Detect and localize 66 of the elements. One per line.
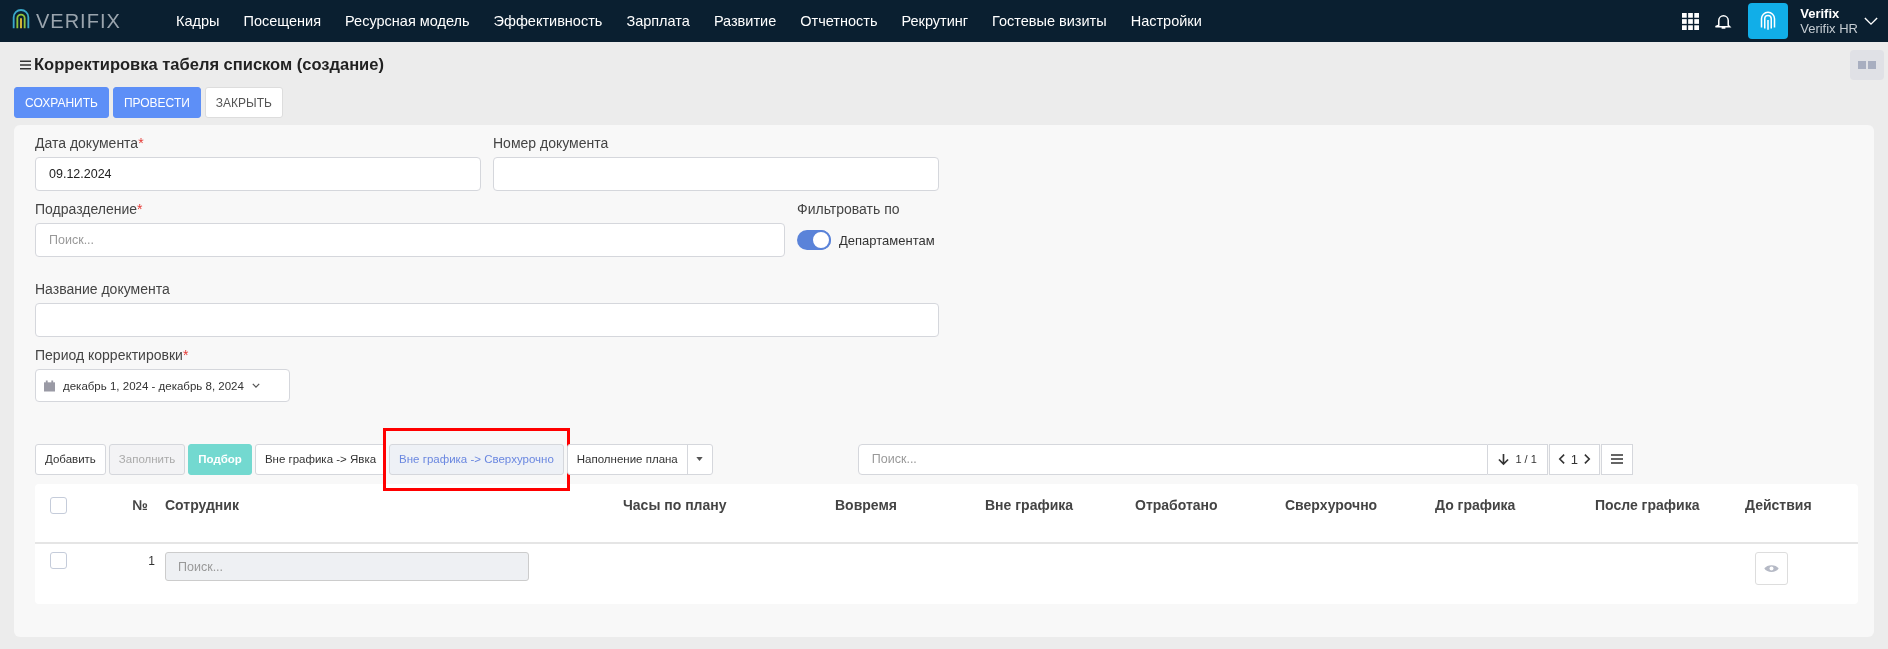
- row-checkbox[interactable]: [50, 552, 67, 569]
- division-field[interactable]: Поиск...: [35, 223, 785, 257]
- apps-grid-icon[interactable]: [1682, 12, 1700, 30]
- column-header: Сверхурочно: [1285, 497, 1379, 513]
- required-mark: *: [138, 135, 144, 151]
- column-header: Отработано: [1135, 497, 1219, 513]
- nav-menu-item[interactable]: Настройки: [1130, 13, 1202, 29]
- nav-menu-item[interactable]: Отчетность: [800, 13, 878, 29]
- required-mark: *: [137, 201, 143, 217]
- toggle-switch[interactable]: [797, 230, 831, 250]
- page-title: Корректировка табеля списком (создание): [34, 55, 384, 74]
- chevron-down-icon[interactable]: [1864, 16, 1878, 26]
- nav-menu-item[interactable]: Ресурсная модель: [345, 13, 470, 29]
- employee-field[interactable]: Поиск...: [165, 552, 529, 581]
- arrow-down-icon[interactable]: [1498, 452, 1510, 466]
- required-mark: *: [182, 347, 189, 363]
- page-number: 1: [1570, 451, 1578, 467]
- nav-menu-item[interactable]: Посещения: [243, 13, 322, 29]
- column-header: Сотрудник: [165, 497, 240, 513]
- toolbar-button[interactable]: Добавить: [35, 443, 106, 475]
- nav-menu-item[interactable]: Развитие: [713, 13, 777, 29]
- column-header: До графика: [1435, 497, 1517, 513]
- date-field[interactable]: 09.12.2024: [35, 157, 481, 191]
- chevron-left-icon[interactable]: [1557, 453, 1565, 465]
- nav-menu-item[interactable]: Кадры: [176, 13, 220, 29]
- field-label: Период корректировки*: [35, 347, 190, 364]
- column-header: Вовремя: [835, 497, 898, 513]
- bell-icon[interactable]: [1715, 12, 1733, 30]
- field-label: Номер документа: [493, 135, 610, 152]
- close-button[interactable]: ЗАКРЫТЬ: [204, 87, 283, 118]
- field-label: Подразделение*: [35, 201, 144, 218]
- company-name: Verifix HR: [1800, 21, 1858, 36]
- field-value: 09.12.2024: [49, 167, 112, 181]
- chevron-right-icon[interactable]: [1584, 453, 1591, 465]
- table-search-field[interactable]: Поиск...: [857, 443, 1489, 475]
- menu-icon: [1611, 454, 1623, 464]
- nav-menu-item[interactable]: Эффективность: [493, 13, 603, 29]
- toggle-label: Департаментам: [839, 232, 935, 248]
- logo-text: VERIFIX: [36, 9, 121, 33]
- nav-menu-item[interactable]: Рекрутинг: [901, 13, 969, 29]
- caret-icon[interactable]: [696, 457, 704, 461]
- column-header: Вне графика: [985, 497, 1075, 513]
- name-field[interactable]: [35, 303, 939, 337]
- eye-icon: [1764, 564, 1779, 573]
- nav-menu-item[interactable]: Зарплата: [626, 13, 690, 29]
- column-header: После графика: [1595, 497, 1701, 513]
- calendar-icon: [44, 379, 55, 392]
- menu-icon[interactable]: [20, 59, 31, 70]
- select-all-checkbox[interactable]: [50, 497, 67, 514]
- column-header: Часы по плану: [622, 497, 728, 513]
- fingerprint-avatar[interactable]: [1748, 3, 1789, 39]
- field-label: Фильтровать по: [797, 201, 901, 218]
- column-header: №: [131, 497, 149, 513]
- record-count: 1 / 1: [1515, 453, 1537, 465]
- number-field[interactable]: [493, 157, 939, 191]
- user-name: Verifix: [1800, 6, 1841, 21]
- translate-icon: [1858, 59, 1876, 70]
- nav-menu-item[interactable]: Гостевые визиты: [992, 13, 1107, 29]
- column-header: Действия: [1745, 497, 1813, 513]
- field-label: Дата документа*: [35, 135, 145, 152]
- split-button[interactable]: Наполнение плана: [566, 443, 713, 475]
- period-select[interactable]: декабрь 1, 2024 - декабрь 8, 2024: [35, 369, 290, 402]
- row-number: 1: [147, 554, 156, 568]
- columns-menu-button[interactable]: [1601, 443, 1633, 475]
- field-label: Название документа: [35, 281, 171, 298]
- caret-icon: [251, 383, 260, 388]
